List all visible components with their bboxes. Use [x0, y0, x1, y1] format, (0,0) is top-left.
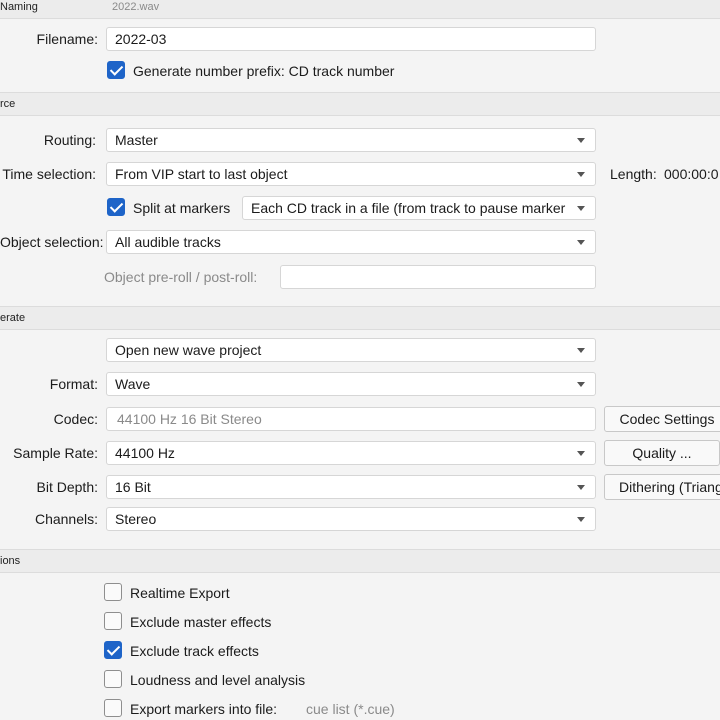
- channels-label: Channels:: [34, 511, 98, 527]
- preroll-input[interactable]: [280, 265, 596, 289]
- dithering-button[interactable]: Dithering (Triang: [604, 474, 720, 500]
- time-selection-label: Time selection:: [2, 166, 96, 182]
- routing-select[interactable]: Master: [106, 128, 596, 152]
- naming-section-title: Naming: [0, 1, 38, 13]
- split-mode-value: Each CD track in a file (from track to p…: [251, 200, 566, 216]
- sample-rate-label: Sample Rate:: [13, 445, 98, 461]
- source-section-header: rce: [0, 92, 720, 116]
- realtime-export-checkbox[interactable]: [104, 583, 122, 601]
- prefix-checkbox-label: Generate number prefix: CD track number: [133, 63, 395, 79]
- object-selection-select[interactable]: All audible tracks: [106, 230, 596, 254]
- target-value: Open new wave project: [115, 342, 262, 358]
- channels-value: Stereo: [115, 511, 157, 527]
- options-section-title: ions: [0, 555, 21, 567]
- bit-depth-label: Bit Depth:: [36, 479, 98, 495]
- quality-button[interactable]: Quality ...: [604, 440, 720, 466]
- filename-input[interactable]: 2022-03: [106, 27, 596, 51]
- codec-display: 44100 Hz 16 Bit Stereo: [106, 407, 596, 431]
- source-section-title: rce: [0, 98, 16, 110]
- split-markers-label: Split at markers: [133, 200, 231, 216]
- format-select[interactable]: Wave: [106, 372, 596, 396]
- generate-section-title: erate: [0, 312, 26, 324]
- bit-depth-select[interactable]: 16 Bit: [106, 475, 596, 499]
- export-markers-label: Export markers into file:: [130, 701, 278, 717]
- format-label: Format:: [49, 376, 98, 392]
- sample-rate-value: 44100 Hz: [115, 445, 175, 461]
- filename-label: Filename:: [36, 31, 98, 47]
- options-section-header: ions: [0, 549, 720, 573]
- export-markers-checkbox[interactable]: [104, 699, 122, 717]
- prefix-checkbox[interactable]: [107, 61, 125, 79]
- routing-select-value: Master: [115, 132, 158, 148]
- codec-label: Codec:: [53, 411, 98, 427]
- split-markers-checkbox[interactable]: [107, 198, 125, 216]
- object-selection-value: All audible tracks: [115, 234, 221, 250]
- length-label: Length:: [610, 166, 657, 182]
- format-value: Wave: [115, 376, 151, 392]
- exclude-track-label: Exclude track effects: [130, 643, 259, 659]
- naming-section-header: Naming 2022.wav: [0, 0, 720, 19]
- bit-depth-value: 16 Bit: [115, 479, 151, 495]
- time-selection-select[interactable]: From VIP start to last object: [106, 162, 596, 186]
- target-select[interactable]: Open new wave project: [106, 338, 596, 362]
- time-selection-value: From VIP start to last object: [115, 166, 288, 182]
- loudness-analysis-checkbox[interactable]: [104, 670, 122, 688]
- naming-preview: 2022.wav: [112, 1, 160, 13]
- sample-rate-select[interactable]: 44100 Hz: [106, 441, 596, 465]
- preroll-label: Object pre-roll / post-roll:: [104, 269, 258, 285]
- routing-label: Routing:: [43, 132, 96, 148]
- export-markers-format[interactable]: cue list (*.cue): [306, 698, 395, 720]
- exclude-master-checkbox[interactable]: [104, 612, 122, 630]
- object-selection-label: Object selection:: [0, 234, 104, 250]
- split-mode-select[interactable]: Each CD track in a file (from track to p…: [242, 196, 596, 220]
- exclude-master-label: Exclude master effects: [130, 614, 272, 630]
- length-value: 000:00:0: [664, 166, 719, 182]
- exclude-track-checkbox[interactable]: [104, 641, 122, 659]
- loudness-analysis-label: Loudness and level analysis: [130, 672, 306, 688]
- codec-settings-button[interactable]: Codec Settings: [604, 406, 720, 432]
- realtime-export-label: Realtime Export: [130, 585, 230, 601]
- channels-select[interactable]: Stereo: [106, 507, 596, 531]
- generate-section-header: erate: [0, 306, 720, 330]
